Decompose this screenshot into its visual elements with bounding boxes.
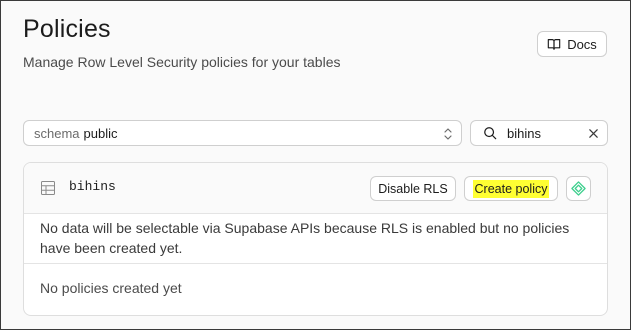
- table-card-header: bihins Disable RLS Create policy: [24, 163, 607, 214]
- table-policy-card: bihins Disable RLS Create policy No data…: [23, 162, 608, 316]
- create-policy-label: Create policy: [472, 179, 550, 198]
- page-subtitle: Manage Row Level Security policies for y…: [23, 54, 341, 70]
- create-policy-button[interactable]: Create policy: [464, 176, 558, 201]
- search-box[interactable]: [470, 120, 608, 146]
- page-title: Policies: [23, 15, 111, 43]
- policies-page: Policies Manage Row Level Security polic…: [0, 0, 631, 330]
- search-input[interactable]: [507, 125, 567, 141]
- disable-rls-button[interactable]: Disable RLS: [370, 176, 456, 201]
- close-icon[interactable]: [588, 128, 599, 139]
- schema-value: public: [83, 125, 118, 141]
- divider: [24, 263, 607, 264]
- table-name: bihins: [69, 179, 116, 194]
- ai-assistant-button[interactable]: [566, 176, 591, 201]
- schema-select[interactable]: schema public: [23, 120, 462, 146]
- docs-label: Docs: [567, 36, 597, 52]
- schema-label: schema: [34, 125, 80, 141]
- rls-warning-text: No data will be selectable via Supabase …: [40, 220, 570, 256]
- book-open-icon: [547, 39, 561, 50]
- chevron-up-down-icon: [444, 128, 452, 140]
- empty-policies-text: No policies created yet: [40, 280, 182, 296]
- table-grid-icon: [41, 181, 55, 195]
- docs-button[interactable]: Docs: [537, 31, 607, 57]
- search-icon: [484, 127, 497, 140]
- assistant-diamond-icon: [571, 181, 586, 196]
